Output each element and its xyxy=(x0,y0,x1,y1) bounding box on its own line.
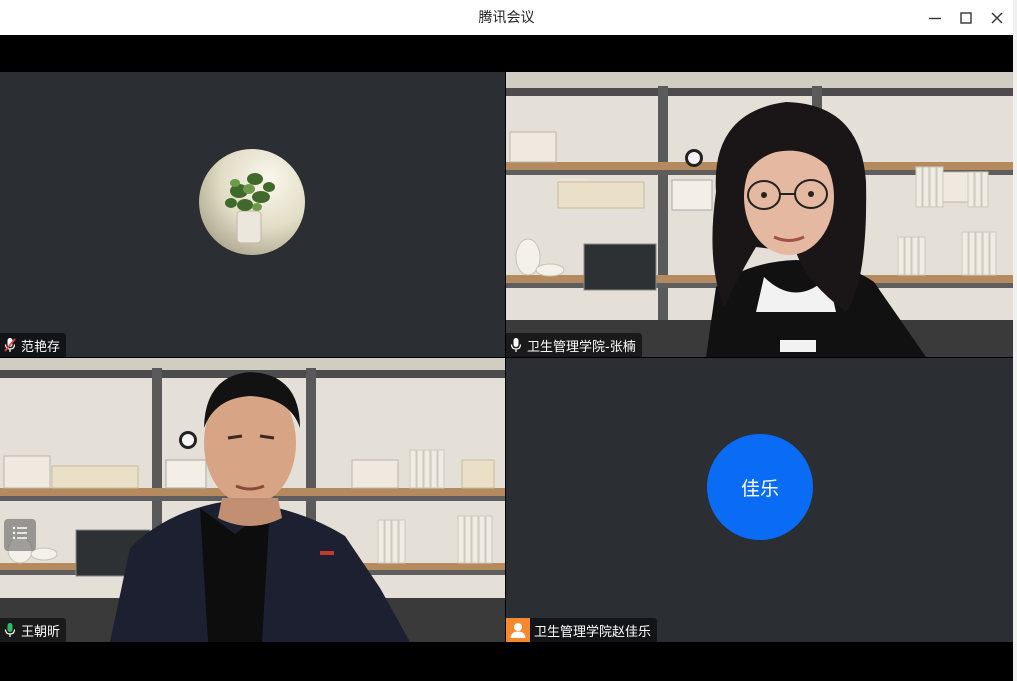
minimize-icon xyxy=(928,11,942,25)
window-title: 腾讯会议 xyxy=(478,10,535,26)
meeting-window: 腾讯会议 范艳存 卫生管理学院-张楠 王朝昕 佳乐 卫生管理学院赵佳乐 xyxy=(0,0,1013,681)
participant-name-tag: 卫生管理学院-张楠 xyxy=(506,333,642,357)
participant-name: 范艳存 xyxy=(21,339,61,355)
close-button[interactable] xyxy=(985,6,1009,30)
participant-tile[interactable]: 范艳存 xyxy=(0,72,505,357)
avatar xyxy=(199,149,305,255)
desktop-edge xyxy=(1013,0,1017,681)
top-toolbar-area xyxy=(0,35,1013,72)
participant-name: 卫生管理学院赵佳乐 xyxy=(534,624,652,640)
maximize-icon xyxy=(959,11,973,25)
participant-name-tag: 范艳存 xyxy=(0,333,67,357)
mic-muted-icon xyxy=(3,337,17,353)
video-feed xyxy=(506,72,1013,357)
participant-name-tag: 卫生管理学院赵佳乐 xyxy=(506,618,658,642)
member-list-toggle-button[interactable] xyxy=(4,519,36,551)
list-icon xyxy=(11,524,29,546)
close-icon xyxy=(990,11,1004,25)
participant-tile[interactable]: 卫生管理学院-张楠 xyxy=(506,72,1013,357)
user-icon xyxy=(506,618,530,642)
mic-speaking-icon xyxy=(3,622,17,638)
maximize-button[interactable] xyxy=(954,6,978,30)
minimize-button[interactable] xyxy=(923,6,947,30)
participant-tile-active-speaker[interactable]: 王朝昕 xyxy=(0,358,505,642)
participant-name-tag: 王朝昕 xyxy=(0,618,67,642)
avatar: 佳乐 xyxy=(707,434,813,540)
participant-name: 王朝昕 xyxy=(21,624,61,640)
plant-photo-icon xyxy=(199,149,305,255)
video-feed xyxy=(0,358,505,642)
title-bar[interactable]: 腾讯会议 xyxy=(0,0,1013,36)
participant-name: 卫生管理学院-张楠 xyxy=(527,339,636,355)
bottom-toolbar-area xyxy=(0,642,1013,681)
mic-icon xyxy=(509,337,523,353)
participant-tile[interactable]: 佳乐 卫生管理学院赵佳乐 xyxy=(506,358,1013,642)
